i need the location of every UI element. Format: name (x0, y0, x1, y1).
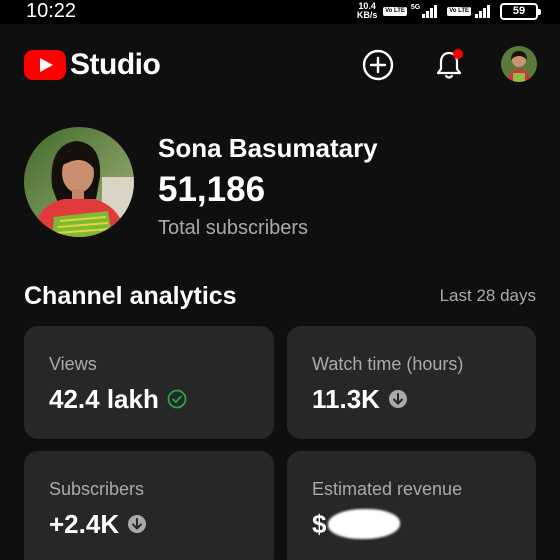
subscriber-label: Total subscribers (158, 217, 309, 239)
card-label: Watch time (hours) (312, 354, 464, 374)
bell-icon (436, 49, 463, 79)
watch-time-card[interactable]: Watch time (hours) 11.3K (287, 326, 536, 439)
network-type-label: 5G (410, 4, 421, 11)
arrow-down-circle-icon (388, 389, 408, 409)
card-label: Subscribers (49, 479, 145, 499)
card-value: +2.4K (49, 509, 147, 539)
date-range-selector[interactable]: Last 28 days (440, 286, 536, 306)
card-label: Estimated revenue (312, 479, 463, 499)
channel-avatar[interactable] (24, 127, 134, 237)
card-label: Views (49, 354, 97, 374)
battery-icon: 59 (500, 2, 541, 20)
status-bar: 10:22 10.4 KB/s Vo LTE 5G Vo LTE 59 (0, 0, 560, 24)
volte-badge-sim2: Vo LTE (447, 6, 471, 16)
revenue-card[interactable]: Estimated revenue $ (287, 451, 536, 560)
status-icons: 10.4 KB/s Vo LTE 5G Vo LTE 59 (355, 1, 541, 21)
signal-sim2-icon (475, 4, 490, 18)
youtube-play-icon (24, 50, 66, 80)
card-value: 42.4 lakh (49, 384, 187, 414)
volte-badge-sim1: Vo LTE (383, 6, 407, 16)
analytics-title: Channel analytics (24, 282, 237, 310)
card-value: 11.3K (312, 384, 408, 414)
arrow-down-circle-icon (127, 514, 147, 534)
views-card[interactable]: Views 42.4 lakh (24, 326, 274, 439)
account-avatar[interactable] (501, 46, 537, 82)
card-value: $ (312, 509, 401, 539)
yt-studio-screen: 10:22 10.4 KB/s Vo LTE 5G Vo LTE 59 Stud… (0, 0, 560, 560)
signal-sim1-icon: 5G (410, 4, 438, 18)
create-button[interactable] (358, 45, 398, 85)
youtube-studio-logo: Studio (24, 48, 161, 81)
notifications-button[interactable] (429, 45, 469, 85)
check-circle-icon (167, 389, 187, 409)
channel-name: Sona Basumatary (158, 133, 378, 163)
battery-level: 59 (512, 5, 526, 17)
subscriber-count: 51,186 (158, 170, 266, 209)
subscribers-card[interactable]: Subscribers +2.4K (24, 451, 274, 560)
redacted-amount (328, 509, 401, 539)
app-bar: Studio (0, 24, 560, 106)
network-speed: 10.4 KB/s (356, 1, 378, 20)
logo-text: Studio (70, 48, 161, 81)
plus-circle-icon (362, 49, 394, 81)
status-time: 10:22 (26, 0, 77, 22)
notification-dot (453, 49, 463, 59)
